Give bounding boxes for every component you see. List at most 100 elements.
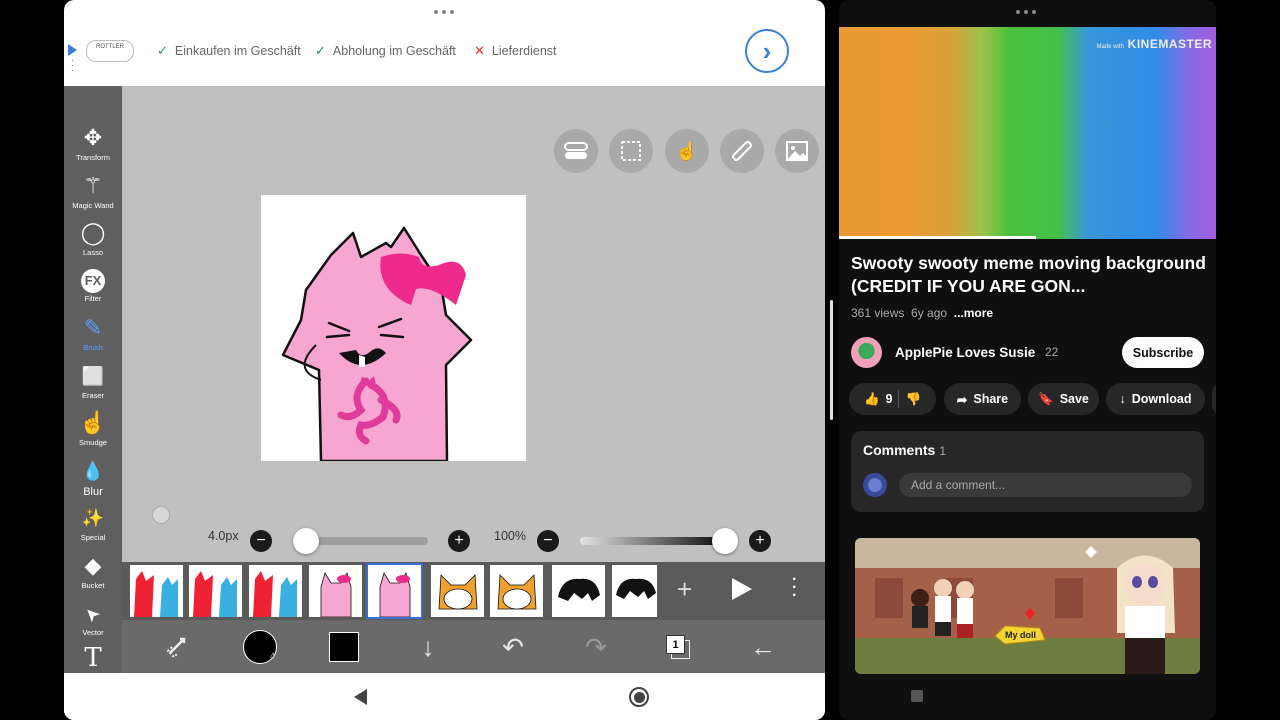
ad-next-button[interactable]: › [745, 29, 789, 73]
drawing-app-window: · · · ROTTLER ✓ Einkaufen im Geschäft ✓ Ab… [64, 0, 825, 720]
tool-label: Bucket [81, 581, 105, 590]
ad-logo: ROTTLER [86, 40, 134, 62]
opacity-slider-knob[interactable] [712, 528, 738, 554]
tool-transform[interactable]: ✥ Transform [64, 126, 122, 163]
channel-avatar[interactable] [851, 337, 882, 368]
ad-item: ✓ Einkaufen im Geschäft [157, 43, 301, 59]
ad-item-label: Abholung im Geschäft [332, 44, 456, 58]
video-watermark: Made with KINEMASTER [1096, 37, 1212, 51]
frame-thumbnail[interactable] [490, 565, 543, 617]
tool-label: Vector [82, 628, 104, 637]
frame-thumbnail[interactable] [612, 565, 657, 617]
tool-label: Brush [83, 343, 103, 352]
layers-icon[interactable]: 1 [661, 630, 695, 664]
undo-icon[interactable]: ↶ [496, 630, 530, 664]
nav-back-icon[interactable] [354, 689, 367, 705]
opacity-minus-button[interactable]: − [537, 530, 559, 552]
brush-preview-icon[interactable]: 4 [243, 630, 277, 664]
add-frame-button[interactable]: + [677, 574, 692, 605]
image-icon[interactable] [775, 129, 819, 173]
opacity-slider[interactable] [580, 537, 730, 545]
related-video-thumbnail[interactable]: My doll [855, 538, 1200, 674]
tool-label: Blur [83, 486, 103, 498]
save-label: Save [1059, 392, 1089, 406]
tool-brush[interactable]: ✎ Brush [64, 316, 122, 353]
window-drag-handle[interactable] [1016, 10, 1036, 14]
frame-thumbnail[interactable] [249, 565, 302, 617]
tool-label: Eraser [81, 391, 105, 400]
like-dislike-pill[interactable]: 👍 9 👎 [849, 383, 936, 415]
download-label: Download [1131, 392, 1192, 406]
quick-eyedropper[interactable] [152, 506, 170, 524]
toggle-icon[interactable] [554, 129, 598, 173]
frame-thumbnail-selected[interactable] [366, 563, 423, 619]
split-screen-divider[interactable] [830, 300, 833, 420]
like-count: 9 [885, 392, 893, 406]
add-comment-input[interactable]: Add a comment... [899, 473, 1192, 497]
tool-label: Transform [76, 153, 110, 162]
subscribe-button[interactable]: Subscribe [1122, 337, 1204, 368]
drawing-canvas[interactable] [261, 195, 526, 461]
comments-panel[interactable]: Comments 1 Add a comment... [851, 431, 1204, 512]
video-age: 6y ago [911, 306, 948, 320]
magic-wand-icon: ⚚ [83, 173, 103, 198]
tool-filter[interactable]: FX Filter [64, 269, 122, 303]
tool-lasso[interactable]: ◯ Lasso [64, 221, 122, 258]
color-swatch[interactable] [327, 630, 361, 664]
tool-magic-wand[interactable]: ⚚ Magic Wand [64, 173, 122, 211]
tool-label: Smudge [79, 438, 107, 447]
save-button[interactable]: 🔖 Save [1028, 383, 1099, 415]
tool-special[interactable]: ✨ Special [64, 506, 122, 542]
tool-label: Filter [84, 294, 102, 303]
ad-banner[interactable]: · · · ROTTLER ✓ Einkaufen im Geschäft ✓ Ab… [64, 26, 825, 76]
check-icon: ✓ [315, 43, 326, 58]
frame-thumbnail[interactable] [130, 565, 183, 617]
more-link[interactable]: ...more [954, 306, 993, 320]
swap-tool-icon[interactable] [161, 630, 195, 664]
tool-label: Magic Wand [72, 201, 114, 210]
drawing-workspace: ✥ Transform ⚚ Magic Wand ◯ Lasso FX Filter ✎… [64, 86, 825, 673]
comments-count: 1 [939, 444, 947, 458]
tool-blur[interactable]: 💧 Blur [64, 459, 122, 498]
tool-bucket[interactable]: ◆ Bucket [64, 554, 122, 591]
ad-menu-icon[interactable]: · · · [71, 56, 74, 76]
bookmark-icon: 🔖 [1038, 391, 1054, 406]
text-icon: T [84, 643, 102, 673]
layer-down-icon[interactable]: ↓ [411, 630, 445, 664]
frame-thumbnail[interactable] [189, 565, 242, 617]
tool-eraser[interactable]: ⬜ Eraser [64, 364, 122, 400]
tool-text[interactable]: T [64, 643, 122, 673]
redo-icon[interactable]: ↷ [579, 630, 613, 664]
brush-size-slider-knob[interactable] [293, 528, 319, 554]
cross-icon: ✕ [474, 43, 485, 58]
layer-count: 1 [666, 635, 685, 654]
hand-icon[interactable]: ☝ [665, 129, 709, 173]
window-drag-handle[interactable] [434, 10, 454, 14]
brush-size-minus-button[interactable]: − [250, 530, 272, 552]
tool-smudge[interactable]: ☝ Smudge [64, 411, 122, 448]
opacity-plus-button[interactable]: + [749, 530, 771, 552]
selection-icon[interactable] [609, 129, 653, 173]
frame-thumbnail[interactable] [431, 565, 484, 617]
tool-vector[interactable]: ➤ Vector [64, 601, 122, 637]
thumbs-up-icon[interactable]: 👍 [864, 392, 880, 407]
frames-menu-icon[interactable]: · · · [792, 572, 797, 604]
ruler-icon[interactable] [720, 129, 764, 173]
back-arrow-icon[interactable]: ← [746, 630, 780, 664]
thumbs-down-icon[interactable]: 👎 [905, 392, 921, 407]
share-button[interactable]: ➦ Share [944, 383, 1021, 415]
more-actions-button[interactable] [1212, 383, 1216, 415]
channel-name[interactable]: AppIePie Loves Susie [895, 345, 1035, 360]
nav-home-icon[interactable] [629, 687, 649, 707]
play-animation-icon[interactable] [732, 578, 752, 600]
video-player[interactable]: Made with KINEMASTER [839, 27, 1216, 239]
frame-thumbnail[interactable] [309, 565, 362, 617]
sparkle-wand-icon: ✨ [81, 508, 105, 528]
ad-item-label: Lieferdienst [491, 44, 557, 58]
download-button[interactable]: ↓ Download [1106, 383, 1205, 415]
brush-size-plus-button[interactable]: + [448, 530, 470, 552]
frame-thumbnail[interactable] [552, 565, 605, 617]
video-progress[interactable] [839, 236, 1036, 239]
bottom-toolbar: 4 ↓ ↶ ↷ 1 ← [122, 620, 825, 673]
nav-recents-icon[interactable] [911, 690, 923, 702]
